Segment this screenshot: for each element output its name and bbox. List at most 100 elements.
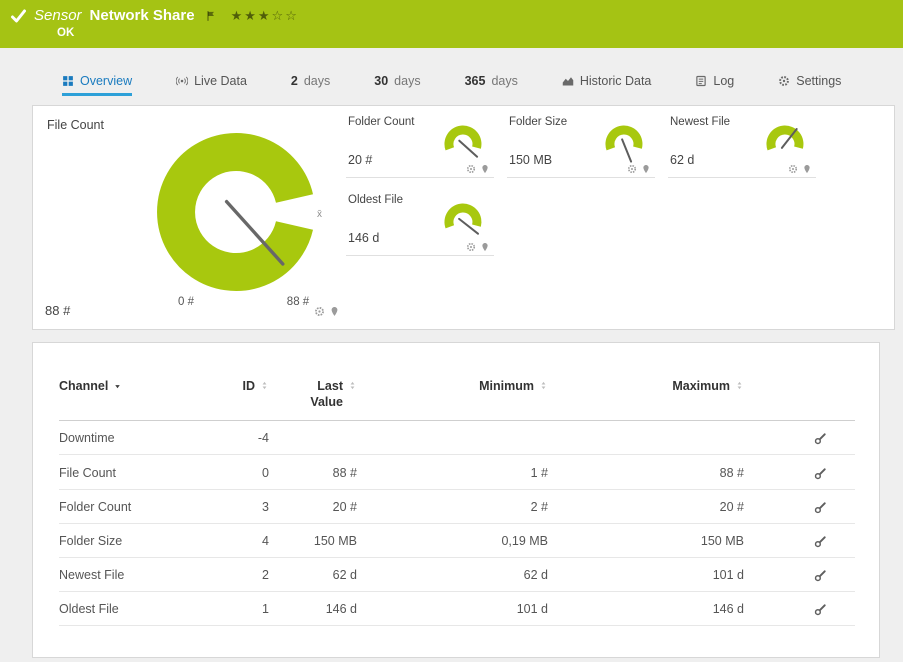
object-kind-label: Sensor [34,7,82,24]
col-header-maximum[interactable]: Maximum [672,379,730,393]
tab-historic-data[interactable]: Historic Data [562,74,652,96]
tab-label: Overview [80,74,132,88]
table-row-downtime: Downtime -4 [59,421,855,455]
gauge-gear-icon[interactable] [627,164,637,174]
col-header-minimum[interactable]: Minimum [479,379,534,393]
col-header-id[interactable]: ID [243,379,256,393]
gauge-average-marker: x̄ [317,209,322,220]
primary-gauge-value: 88 # [45,303,70,318]
mini-gauge-folder-count: Folder Count 20 # [346,112,494,178]
gauge-gear-icon[interactable] [466,242,476,252]
tab-365-days[interactable]: 365 days [465,74,518,96]
gauge-gear-icon[interactable] [314,306,325,317]
mini-gauge-newest-file: Newest File 62 d [668,112,816,178]
mini-gauge-actions [466,242,490,252]
tab-live-data[interactable]: Live Data [176,74,247,96]
col-header-channel[interactable]: Channel [59,379,108,393]
channel-minimum: 101 d [357,592,548,626]
sort-icon[interactable] [348,381,357,390]
tab-bar: Overview Live Data 2 days 30 days 365 da… [0,69,903,96]
channel-maximum [548,421,744,455]
gauge-pin-icon[interactable] [802,164,812,174]
tab-label: Log [713,74,734,88]
channel-name: Folder Count [59,489,209,523]
sort-icon[interactable] [539,381,548,390]
tab-unit: days [304,74,330,88]
tab-log[interactable]: Log [695,74,734,96]
channel-settings-icon[interactable] [814,432,827,445]
channel-last-value: 62 d [269,558,357,592]
mini-gauge-actions [627,164,651,174]
stars-filled: ★★★ [231,8,272,23]
mini-gauge-value: 20 # [348,153,372,167]
channel-minimum: 62 d [357,558,548,592]
gauge-gear-icon[interactable] [788,164,798,174]
tab-overview[interactable]: Overview [62,74,132,96]
historic-data-icon [562,75,574,87]
gauge-pin-icon[interactable] [329,306,340,317]
channel-id: 2 [209,558,269,592]
tab-number: 30 [374,74,388,88]
table-row-file-count: File Count 0 88 # 1 # 88 # [59,455,855,489]
sensor-title: Network Share [90,7,195,24]
gauge-pin-icon[interactable] [480,242,490,252]
oldest-file-gauge [438,200,488,246]
priority-stars[interactable]: ★★★☆☆ [231,8,299,24]
channel-settings-icon[interactable] [814,569,827,582]
channel-minimum: 0,19 MB [357,523,548,557]
channel-last-value: 150 MB [269,523,357,557]
folder-size-gauge [599,122,649,168]
sort-icon[interactable] [260,381,269,390]
stars-empty: ☆☆ [272,8,299,23]
tab-2-days[interactable]: 2 days [291,74,330,96]
tab-number: 365 [465,74,486,88]
mini-gauge-value: 150 MB [509,153,552,167]
channel-minimum: 1 # [357,455,548,489]
table-row-newest-file: Newest File 2 62 d 62 d 101 d [59,558,855,592]
mini-gauge-value: 146 d [348,231,379,245]
settings-gear-icon [778,75,790,87]
gauge-scale-min: 0 # [166,296,206,308]
channel-maximum: 88 # [548,455,744,489]
gauge-pin-icon[interactable] [480,164,490,174]
channel-settings-icon[interactable] [814,467,827,480]
channel-settings-icon[interactable] [814,603,827,616]
tab-label: Settings [796,74,841,88]
channel-maximum: 150 MB [548,523,744,557]
flag-icon[interactable] [205,10,217,22]
table-row-folder-size: Folder Size 4 150 MB 0,19 MB 150 MB [59,523,855,557]
primary-gauge-actions [314,306,340,317]
channel-name: Newest File [59,558,209,592]
channel-settings-icon[interactable] [814,535,827,548]
channel-id: 0 [209,455,269,489]
channel-maximum: 20 # [548,489,744,523]
channel-id: 1 [209,592,269,626]
col-header-last-value[interactable]: Last Value [299,379,343,410]
live-data-icon [176,75,188,87]
tab-label: Historic Data [580,74,652,88]
channel-settings-icon[interactable] [814,501,827,514]
tab-unit: days [491,74,517,88]
log-icon [695,75,707,87]
sensor-title-row: Sensor Network Share ★★★☆☆ [10,7,893,24]
folder-count-gauge [438,122,488,168]
channel-id: -4 [209,421,269,455]
channel-last-value: 88 # [269,455,357,489]
sort-desc-icon[interactable] [113,382,122,391]
table-row-oldest-file: Oldest File 1 146 d 101 d 146 d [59,592,855,626]
gauge-scale-max: 88 # [278,296,318,308]
prtg-sensor-page: Sensor Network Share ★★★☆☆ OK Overview L… [0,0,903,662]
sort-icon[interactable] [735,381,744,390]
tab-settings[interactable]: Settings [778,74,841,96]
status-check-icon [10,8,26,24]
channel-id: 3 [209,489,269,523]
gauge-gear-icon[interactable] [466,164,476,174]
channel-last-value: 146 d [269,592,357,626]
gauge-pin-icon[interactable] [641,164,651,174]
tab-30-days[interactable]: 30 days [374,74,420,96]
mini-gauge-actions [466,164,490,174]
channel-minimum: 2 # [357,489,548,523]
gauges-panel: File Count x̄ 0 # 88 # 88 # Folder Count… [32,105,895,330]
channel-id: 4 [209,523,269,557]
channel-name: Downtime [59,421,209,455]
